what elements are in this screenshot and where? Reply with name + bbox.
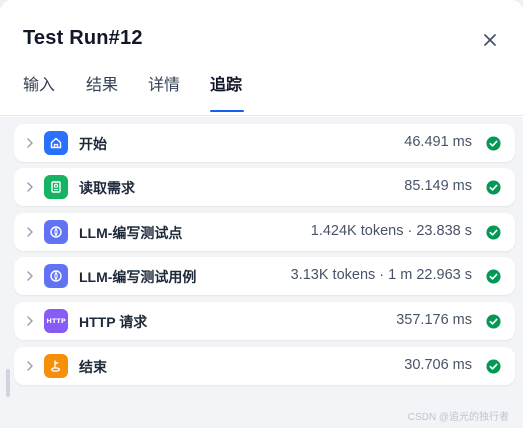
- end-flag-icon: [44, 354, 68, 378]
- success-check-icon: [486, 359, 501, 374]
- llm-icon: [44, 220, 68, 244]
- trace-node-llm-test-points[interactable]: LLM-编写测试点 1.424K tokens · 23.838 s: [14, 213, 515, 251]
- chevron-right-icon[interactable]: [23, 359, 37, 373]
- chevron-right-icon[interactable]: [23, 314, 37, 328]
- home-icon: [44, 131, 68, 155]
- node-usage: 1.424K tokens · 23.838 s: [310, 223, 472, 239]
- success-check-icon: [486, 269, 501, 284]
- success-check-icon: [486, 225, 501, 240]
- node-name: 读取需求: [79, 180, 135, 196]
- node-duration: 30.706 ms: [404, 357, 472, 373]
- knowledge-book-icon: [44, 175, 68, 199]
- node-name: LLM-编写测试点: [79, 225, 183, 241]
- trace-node-start[interactable]: 开始 46.491 ms: [14, 124, 515, 162]
- node-name: 开始: [79, 136, 107, 152]
- node-name: HTTP 请求: [79, 314, 148, 330]
- chevron-right-icon[interactable]: [23, 269, 37, 283]
- node-name: LLM-编写测试用例: [79, 269, 197, 285]
- active-tab-indicator: [210, 110, 244, 112]
- chevron-right-icon[interactable]: [23, 180, 37, 194]
- llm-icon: [44, 264, 68, 288]
- trace-node-http-request[interactable]: HTTP HTTP 请求 357.176 ms: [14, 302, 515, 340]
- chevron-right-icon[interactable]: [23, 136, 37, 150]
- success-check-icon: [486, 314, 501, 329]
- scrollbar-thumb[interactable]: [6, 369, 10, 397]
- http-icon: HTTP: [44, 309, 68, 333]
- close-icon: [484, 34, 496, 46]
- tab-details[interactable]: 详情: [148, 75, 180, 105]
- node-name: 结束: [79, 359, 107, 375]
- trace-node-read-requirements[interactable]: 读取需求 85.149 ms: [14, 168, 515, 206]
- node-duration: 46.491 ms: [404, 134, 472, 150]
- node-duration: 357.176 ms: [396, 312, 472, 328]
- http-icon-label: HTTP: [46, 317, 66, 325]
- node-usage: 3.13K tokens · 1 m 22.963 s: [290, 267, 472, 283]
- tab-result[interactable]: 结果: [86, 75, 118, 105]
- panel-title: Test Run#12: [23, 27, 143, 49]
- tab-input[interactable]: 输入: [23, 75, 55, 105]
- success-check-icon: [486, 180, 501, 195]
- tab-bar: 输入 结果 详情 追踪: [0, 70, 523, 116]
- success-check-icon: [486, 136, 501, 151]
- tab-tracing[interactable]: 追踪: [210, 75, 242, 105]
- chevron-right-icon[interactable]: [23, 225, 37, 239]
- trace-node-end[interactable]: 结束 30.706 ms: [14, 347, 515, 385]
- trace-node-llm-test-cases[interactable]: LLM-编写测试用例 3.13K tokens · 1 m 22.963 s: [14, 257, 515, 295]
- node-duration: 85.149 ms: [404, 178, 472, 194]
- run-panel: Test Run#12 输入 结果 详情 追踪 开始 46.491 ms 读取需…: [0, 0, 523, 428]
- watermark: CSDN @追光的独行者: [407, 412, 509, 423]
- close-button[interactable]: [478, 28, 502, 52]
